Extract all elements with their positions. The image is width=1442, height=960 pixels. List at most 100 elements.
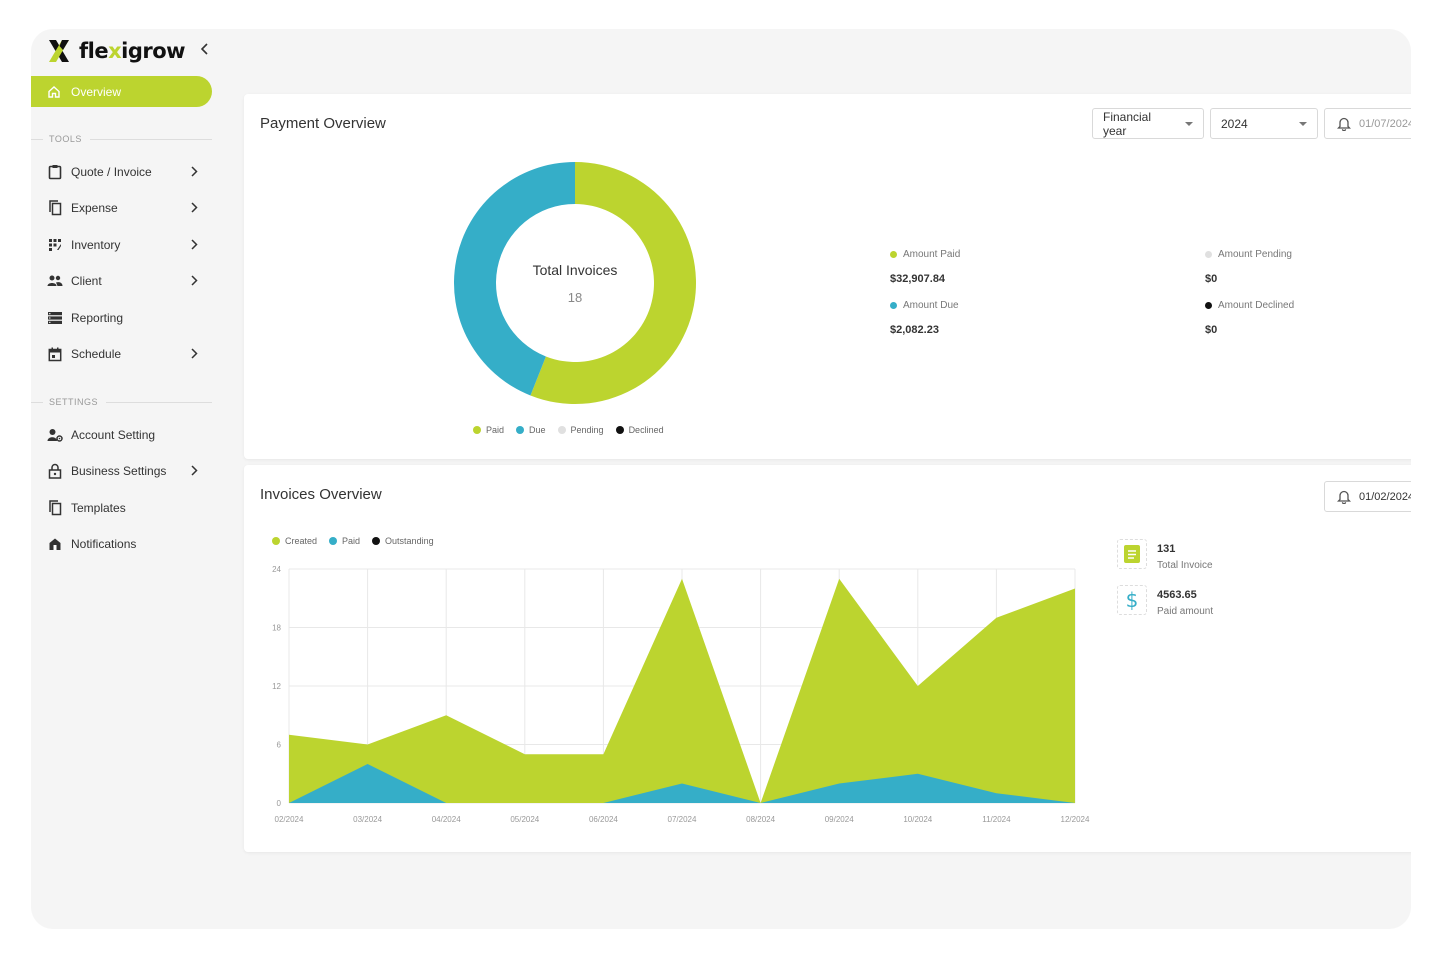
x-tick-label: 09/2024 [825, 815, 854, 824]
x-tick-label: 11/2024 [982, 815, 1011, 824]
legend-item-created[interactable]: Created [272, 536, 317, 546]
copy-icon [47, 500, 63, 516]
date-range-picker[interactable]: 01/02/2024 [1324, 481, 1411, 512]
sidebar-item-business-settings[interactable]: Business Settings [47, 459, 199, 483]
x-tick-label: 05/2024 [510, 815, 539, 824]
stat-label: Amount Paid [903, 249, 961, 260]
x-tick-label: 04/2024 [432, 815, 461, 824]
legend-item-outstanding[interactable]: Outstanding [372, 536, 434, 546]
y-tick-label: 12 [272, 682, 281, 691]
area-series-created[interactable] [289, 578, 1075, 803]
grid-icon [47, 237, 63, 253]
sidebar-item-label: Templates [71, 501, 126, 515]
app-frame: flexigrow Overview TOOLS Quote / Invoice… [31, 29, 1411, 929]
amount-declined-stat: Amount Declined $0 [1205, 300, 1294, 336]
user-gear-icon [47, 427, 63, 443]
caret-down-icon [1299, 121, 1307, 126]
bell-icon [1337, 117, 1351, 131]
amount-pending-stat: Amount Pending $0 [1205, 249, 1292, 285]
sidebar-item-account-setting[interactable]: Account Setting [47, 423, 199, 447]
sidebar-item-quote-invoice[interactable]: Quote / Invoice [47, 160, 199, 184]
sidebar-item-client[interactable]: Client [47, 269, 199, 293]
sidebar-item-label: Account Setting [71, 428, 156, 442]
chevron-right-icon [189, 238, 199, 253]
invoices-overview-card: Invoices Overview 01/02/2024 Created Pai… [244, 465, 1411, 852]
sidebar-item-notifications[interactable]: Notifications [47, 532, 199, 556]
lock-icon [47, 463, 63, 479]
y-tick-label: 6 [277, 741, 282, 750]
kpi-label: Paid amount [1157, 606, 1214, 617]
people-icon [47, 273, 63, 289]
amount-paid-stat: Amount Paid $32,907.84 [890, 249, 960, 285]
kpi-value: 131 [1157, 543, 1176, 555]
date-range-value: 01/02/2024 [1359, 490, 1411, 503]
copy-icon [47, 200, 63, 216]
chevron-right-icon [189, 201, 199, 216]
legend-item-due[interactable]: Due [516, 425, 546, 435]
home-alert-icon [47, 536, 63, 552]
year-select[interactable]: 2024 [1210, 108, 1318, 139]
sidebar-item-label: Expense [71, 201, 118, 215]
invoices-area-chart: 0 6 12 18 24 02/2024 03/2024 04/2024 05/2024 06/2… [272, 565, 1090, 824]
select-value: Financial year [1103, 109, 1152, 138]
settings-section-heading: SETTINGS [31, 395, 212, 409]
x-tick-label: 02/2024 [275, 815, 304, 824]
chevron-right-icon [189, 274, 199, 289]
invoice-donut-chart: Total Invoices 18 [453, 162, 696, 404]
stat-label: Amount Pending [1218, 249, 1292, 260]
y-tick-label: 24 [272, 565, 281, 574]
brand-logo[interactable]: flexigrow [47, 37, 186, 65]
calendar-icon [47, 346, 63, 362]
x-tick-label: 06/2024 [589, 815, 618, 824]
total-invoice-kpi: 131 Total Invoice [1117, 539, 1213, 571]
amount-due-stat: Amount Due $2,082.23 [890, 300, 959, 336]
stat-value: $32,907.84 [890, 273, 946, 285]
stat-value: $2,082.23 [890, 324, 939, 336]
date-range-picker[interactable]: 01/07/2024 [1324, 108, 1411, 139]
sidebar-item-label: Reporting [71, 311, 124, 325]
brand-name: flexigrow [79, 39, 186, 63]
logo-mark-icon [49, 40, 69, 62]
sidebar-item-expense[interactable]: Expense [47, 196, 199, 220]
period-select[interactable]: Financial year [1092, 108, 1204, 139]
chevron-right-icon [189, 464, 199, 479]
chevron-right-icon [189, 165, 199, 180]
sidebar-item-label: Schedule [71, 347, 122, 361]
sidebar-item-label: Business Settings [71, 464, 167, 478]
kpi-value: 4563.65 [1157, 589, 1197, 601]
collapse-sidebar-button[interactable] [197, 41, 213, 59]
kpi-label: Total Invoice [1157, 560, 1213, 571]
clipboard-icon [47, 164, 63, 180]
date-range-value: 01/07/2024 [1359, 117, 1411, 130]
x-tick-label: 12/2024 [1061, 815, 1090, 824]
sidebar-item-inventory[interactable]: Inventory [47, 233, 199, 257]
donut-legend: Paid Due Pending Declined [473, 425, 676, 435]
card-title: Invoices Overview [260, 486, 382, 503]
y-tick-label: 18 [272, 624, 281, 633]
stat-label: Amount Declined [1218, 300, 1295, 311]
legend-item-paid[interactable]: Paid [329, 536, 360, 546]
donut-center-value: 18 [568, 290, 582, 305]
caret-down-icon [1185, 121, 1193, 126]
legend-item-paid[interactable]: Paid [473, 425, 504, 435]
sidebar-item-overview[interactable]: Overview [31, 76, 212, 107]
x-tick-label: 10/2024 [903, 815, 932, 824]
x-tick-label: 08/2024 [746, 815, 775, 824]
sidebar-item-templates[interactable]: Templates [47, 496, 199, 520]
sidebar-item-label: Notifications [71, 537, 137, 551]
donut-center-label: Total Invoices [533, 262, 618, 278]
chevron-right-icon [189, 347, 199, 362]
sidebar-item-reporting[interactable]: Reporting [47, 306, 199, 330]
area-legend: Created Paid Outstanding [272, 536, 446, 546]
dollar-icon: $ [1117, 585, 1147, 615]
stat-value: $0 [1205, 273, 1218, 285]
document-icon [1117, 539, 1147, 569]
sidebar-item-schedule[interactable]: Schedule [47, 342, 199, 366]
chevron-left-icon [200, 43, 208, 55]
legend-item-declined[interactable]: Declined [615, 425, 664, 435]
stat-value: $0 [1205, 324, 1218, 336]
legend-item-pending[interactable]: Pending [557, 425, 604, 435]
sidebar-item-label: Inventory [71, 238, 121, 252]
home-icon [48, 85, 60, 98]
payment-overview-card: Payment Overview Financial year 2024 01/… [244, 94, 1411, 459]
